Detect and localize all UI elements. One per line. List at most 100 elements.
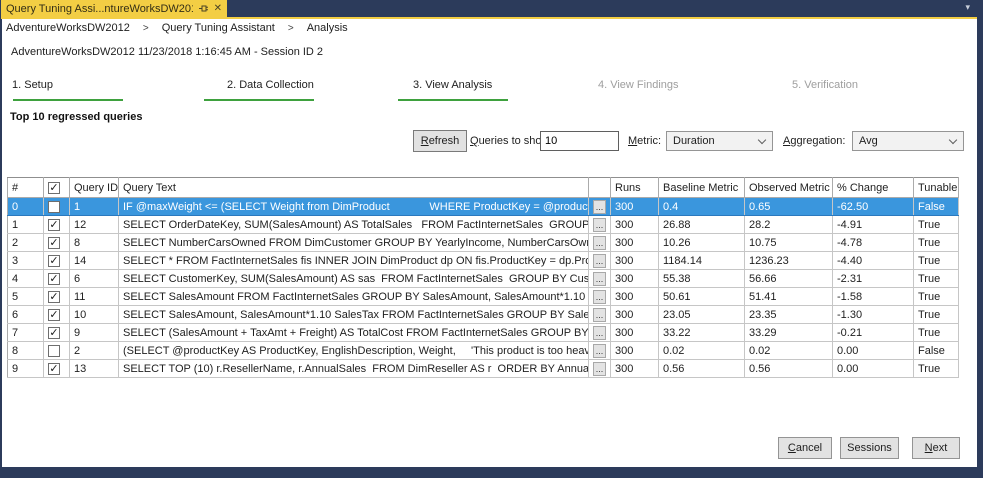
query-detail-button[interactable]: ...	[593, 325, 606, 340]
document-tab[interactable]: Query Tuning Assi...ntureWorksDW2012] ✕	[1, 0, 227, 17]
query-id: 14	[69, 251, 119, 270]
row-checkbox[interactable]: ✓	[48, 326, 60, 339]
breadcrumb-item-analysis[interactable]: Analysis	[307, 22, 348, 34]
refresh-button[interactable]: Refresh	[413, 130, 467, 152]
observed-metric: 33.29	[744, 323, 833, 342]
query-detail-button[interactable]: ...	[593, 307, 606, 322]
row-index: 2	[7, 233, 44, 252]
row-select-cell: ✓	[43, 359, 70, 378]
query-id: 6	[69, 269, 119, 288]
docwell-dropdown-icon[interactable]: ▾	[965, 2, 970, 13]
row-checkbox[interactable]: ✓	[48, 362, 60, 375]
next-button[interactable]: Next	[912, 437, 960, 459]
query-detail-button[interactable]: ...	[593, 271, 606, 286]
query-detail-button[interactable]: ...	[593, 199, 606, 214]
table-row[interactable]: 5 ✓ 11 SELECT SalesAmount FROM FactInter…	[7, 287, 959, 306]
row-select-cell: ✓	[43, 323, 70, 342]
tunable: True	[913, 323, 959, 342]
breadcrumb-separator: >	[287, 22, 294, 34]
col-header-baseline-metric[interactable]: Baseline Metric	[658, 177, 745, 198]
table-row[interactable]: 6 ✓ 10 SELECT SalesAmount, SalesAmount*1…	[7, 305, 959, 324]
table-row[interactable]: 1 ✓ 12 SELECT OrderDateKey, SUM(SalesAmo…	[7, 215, 959, 234]
table-row[interactable]: 3 ✓ 14 SELECT * FROM FactInternetSales f…	[7, 251, 959, 270]
table-row[interactable]: 0 1 IF @maxWeight <= (SELECT Weight from…	[7, 197, 959, 216]
pct-change: -62.50	[832, 197, 914, 216]
close-icon[interactable]: ✕	[214, 3, 222, 14]
table-row[interactable]: 4 ✓ 6 SELECT CustomerKey, SUM(SalesAmoun…	[7, 269, 959, 288]
pct-change: -0.21	[832, 323, 914, 342]
col-header-query-id[interactable]: Query ID	[69, 177, 119, 198]
query-id: 10	[69, 305, 119, 324]
pct-change: 0.00	[832, 341, 914, 360]
row-checkbox[interactable]: ✓	[48, 218, 60, 231]
row-select-cell: ✓	[43, 251, 70, 270]
row-checkbox[interactable]: ✓	[48, 290, 60, 303]
col-header-runs[interactable]: Runs	[610, 177, 659, 198]
row-checkbox[interactable]: ✓	[48, 254, 60, 267]
row-checkbox[interactable]	[48, 344, 60, 357]
query-detail-button[interactable]: ...	[593, 361, 606, 376]
refresh-rest: efresh	[428, 135, 460, 147]
table-row[interactable]: 2 ✓ 8 SELECT NumberCarsOwned FROM DimCus…	[7, 233, 959, 252]
query-detail-button[interactable]: ...	[593, 217, 606, 232]
row-checkbox[interactable]: ✓	[48, 308, 60, 321]
breadcrumb-item-qta[interactable]: Query Tuning Assistant	[162, 22, 275, 34]
table-row[interactable]: 9 ✓ 13 SELECT TOP (10) r.ResellerName, r…	[7, 359, 959, 378]
pct-change: -1.30	[832, 305, 914, 324]
observed-metric: 0.56	[744, 359, 833, 378]
aggregation-label: Aggregation:	[783, 135, 845, 147]
queries-to-show-input[interactable]	[540, 131, 619, 151]
col-header-observed-metric[interactable]: Observed Metric	[744, 177, 833, 198]
query-detail-cell: ...	[588, 269, 611, 288]
col-header-tunable[interactable]: Tunable	[913, 177, 959, 198]
col-header-select[interactable]: ✓	[43, 177, 70, 198]
col-header-pct-change[interactable]: % Change	[832, 177, 914, 198]
step-progress-underline	[398, 99, 508, 101]
pct-change: -2.31	[832, 269, 914, 288]
row-index: 0	[7, 197, 44, 216]
cancel-button[interactable]: Cancel	[778, 437, 832, 459]
query-id: 8	[69, 233, 119, 252]
row-checkbox[interactable]: ✓	[48, 236, 60, 249]
table-row[interactable]: 8 2 (SELECT @productKey AS ProductKey, E…	[7, 341, 959, 360]
col-header-num[interactable]: #	[7, 177, 44, 198]
query-detail-button[interactable]: ...	[593, 235, 606, 250]
query-detail-cell: ...	[588, 305, 611, 324]
row-index: 5	[7, 287, 44, 306]
chevron-down-icon	[948, 135, 958, 145]
col-header-query-text[interactable]: Query Text	[118, 177, 589, 198]
label-key: M	[628, 135, 638, 147]
page-title: Top 10 regressed queries	[10, 111, 143, 123]
breadcrumb-item-database[interactable]: AdventureWorksDW2012	[6, 22, 130, 34]
row-index: 1	[7, 215, 44, 234]
next-key: N	[924, 442, 933, 454]
aggregation-dropdown[interactable]: Avg	[852, 131, 964, 151]
wizard-step-view-analysis: 3. View Analysis	[398, 79, 508, 101]
step-progress-underline	[204, 99, 314, 101]
metric-label: Metric:	[628, 135, 661, 147]
cancel-rest: ancel	[795, 442, 823, 454]
query-detail-button[interactable]: ...	[593, 253, 606, 268]
sessions-button[interactable]: Sessions	[840, 437, 899, 459]
observed-metric: 51.41	[744, 287, 833, 306]
table-row[interactable]: 7 ✓ 9 SELECT (SalesAmount + TaxAmt + Fre…	[7, 323, 959, 342]
pin-icon[interactable]	[198, 3, 209, 14]
metric-dropdown[interactable]: Duration	[666, 131, 773, 151]
query-detail-button[interactable]: ...	[593, 289, 606, 304]
chevron-down-icon	[757, 135, 767, 145]
query-detail-cell: ...	[588, 215, 611, 234]
aggregation-value: Avg	[859, 135, 878, 147]
query-text: SELECT (SalesAmount + TaxAmt + Freight) …	[118, 323, 589, 342]
query-text: (SELECT @productKey AS ProductKey, Engli…	[118, 341, 589, 360]
query-id: 12	[69, 215, 119, 234]
row-checkbox[interactable]: ✓	[48, 272, 60, 285]
baseline-metric: 55.38	[658, 269, 745, 288]
query-detail-button[interactable]: ...	[593, 343, 606, 358]
label-rest: etric:	[637, 135, 662, 147]
row-checkbox[interactable]	[48, 200, 60, 213]
row-index: 6	[7, 305, 44, 324]
runs: 300	[610, 233, 659, 252]
pct-change: -1.58	[832, 287, 914, 306]
header-checkbox[interactable]: ✓	[48, 181, 60, 194]
observed-metric: 0.02	[744, 341, 833, 360]
